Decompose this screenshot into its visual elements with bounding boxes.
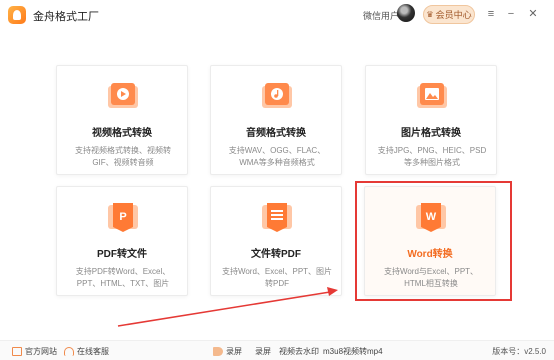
video-icon xyxy=(108,83,138,108)
card-description: 支持Word与Excel、PPT、HTML相互转换 xyxy=(383,267,479,288)
user-name[interactable]: 微信用户 xyxy=(363,9,399,22)
card-description: 支持WAV、OGG、FLAC、WMA等多种音频格式 xyxy=(228,146,326,167)
title-bar: 金舟格式工厂 微信用户 ♛ 会员中心 ≡ − ✕ xyxy=(0,0,554,30)
svg-text:W: W xyxy=(426,211,437,223)
image-icon xyxy=(417,83,447,108)
website-link[interactable]: 官方网站 xyxy=(12,346,57,357)
image-convert-card[interactable]: 图片格式转换 支持JPG、PNG、HEIC、PSD等多种图片格式 xyxy=(365,65,497,175)
service-label: 在线客服 xyxy=(77,347,109,356)
close-icon[interactable]: ✕ xyxy=(526,7,540,21)
app-title: 金舟格式工厂 xyxy=(33,11,99,23)
avatar[interactable] xyxy=(397,4,415,22)
website-label: 官方网站 xyxy=(25,347,57,356)
megaphone-icon xyxy=(213,347,223,356)
record-link-2[interactable]: 录屏 xyxy=(255,346,271,357)
minimize-icon[interactable]: − xyxy=(504,7,518,21)
card-title: 图片格式转换 xyxy=(401,128,461,139)
app-logo xyxy=(8,6,26,24)
version-label: 版本号：v2.5.0 xyxy=(492,347,546,356)
svg-text:P: P xyxy=(119,211,126,223)
word-convert-card[interactable]: W Word转换 支持Word与Excel、PPT、HTML相互转换 xyxy=(364,186,496,296)
record-link-1[interactable]: 录屏 xyxy=(213,346,242,357)
card-title: 文件转PDF xyxy=(251,249,301,260)
member-center-label: 会员中心 xyxy=(435,10,472,20)
card-title: 音频格式转换 xyxy=(246,128,306,139)
file-to-pdf-card[interactable]: 文件转PDF 支持Word、Excel、PPT、图片转PDF xyxy=(210,186,342,296)
pdf-to-file-card[interactable]: P PDF转文件 支持PDF转Word、Excel、PPT、HTML、TXT、图… xyxy=(56,186,188,296)
watermark-link[interactable]: 视频去水印 xyxy=(279,346,319,357)
card-title: PDF转文件 xyxy=(97,249,147,260)
service-link[interactable]: 在线客服 xyxy=(64,346,109,357)
document-icon xyxy=(262,203,292,232)
member-center-button[interactable]: ♛ 会员中心 xyxy=(423,5,475,24)
card-description: 支持JPG、PNG、HEIC、PSD等多种图片格式 xyxy=(377,146,487,167)
audio-convert-card[interactable]: 音频格式转换 支持WAV、OGG、FLAC、WMA等多种音频格式 xyxy=(210,65,342,175)
monitor-icon xyxy=(12,347,22,356)
card-title: Word转换 xyxy=(407,249,453,260)
crown-icon: ♛ xyxy=(426,10,434,19)
pdf-p-icon: P xyxy=(108,203,138,232)
m3u8-label: m3u8视频转mp4 xyxy=(323,347,383,356)
card-description: 支持视频格式转换、视频转GIF、视频转音频 xyxy=(75,146,171,167)
word-w-icon: W xyxy=(416,203,446,232)
annotation-arrow xyxy=(117,287,338,327)
music-icon xyxy=(262,83,292,108)
m3u8-link[interactable]: m3u8视频转mp4 xyxy=(323,346,383,357)
video-convert-card[interactable]: 视频格式转换 支持视频格式转换、视频转GIF、视频转音频 xyxy=(56,65,188,175)
card-title: 视频格式转换 xyxy=(92,128,152,139)
card-description: 支持PDF转Word、Excel、PPT、HTML、TXT、图片 xyxy=(75,267,171,288)
watermark-label: 视频去水印 xyxy=(279,347,319,356)
menu-icon[interactable]: ≡ xyxy=(484,7,498,21)
footer-bar: 官方网站 在线客服 录屏 录屏 视频去水印 m3u8视频转mp4 版本号：v2.… xyxy=(0,340,554,360)
card-description: 支持Word、Excel、PPT、图片转PDF xyxy=(221,267,333,288)
record-label-1: 录屏 xyxy=(226,347,242,356)
headset-icon xyxy=(64,347,74,356)
record-label-2: 录屏 xyxy=(255,347,271,356)
